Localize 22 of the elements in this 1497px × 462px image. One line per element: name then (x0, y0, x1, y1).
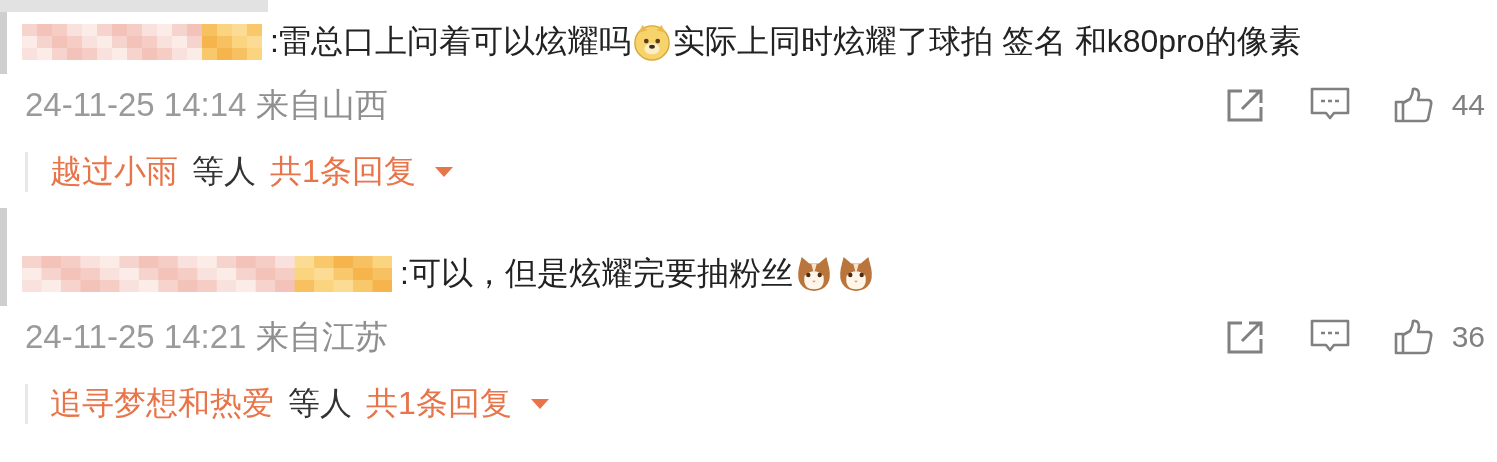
comment-text: :雷总口上问着可以炫耀吗 (270, 22, 631, 61)
like-count: 36 (1451, 320, 1485, 354)
reply-others-text: 等人 (192, 152, 256, 191)
caret-icon[interactable] (529, 398, 550, 410)
share-icon[interactable] (1225, 87, 1266, 123)
comment-date: 24-11-25 14:21 (25, 318, 247, 356)
comment-location: 来自江苏 (256, 316, 389, 357)
reply-user-link[interactable]: 追寻梦想和热爱 (50, 382, 274, 426)
dog-emoji-icon (632, 23, 671, 61)
reply-count-link[interactable]: 共1条回复 (270, 150, 416, 194)
reply-user-link[interactable]: 越过小雨 (50, 150, 178, 194)
comment-date: 24-11-25 14:14 (25, 86, 247, 124)
thumbs-up-icon[interactable] (1393, 319, 1434, 355)
thumbs-up-icon[interactable] (1393, 87, 1434, 123)
comment-text: :可以，但是炫耀完要抽粉丝 (400, 254, 793, 293)
reply-count-link[interactable]: 共1条回复 (366, 382, 512, 426)
like-count: 44 (1451, 88, 1485, 122)
share-icon[interactable] (1225, 319, 1266, 355)
comment-location: 来自山西 (256, 84, 389, 125)
comment-text: 实际上同时炫耀了球拍 签名 和k80pro的像素 (672, 22, 1301, 61)
caret-icon[interactable] (433, 166, 454, 178)
reply-others-text: 等人 (288, 384, 352, 423)
